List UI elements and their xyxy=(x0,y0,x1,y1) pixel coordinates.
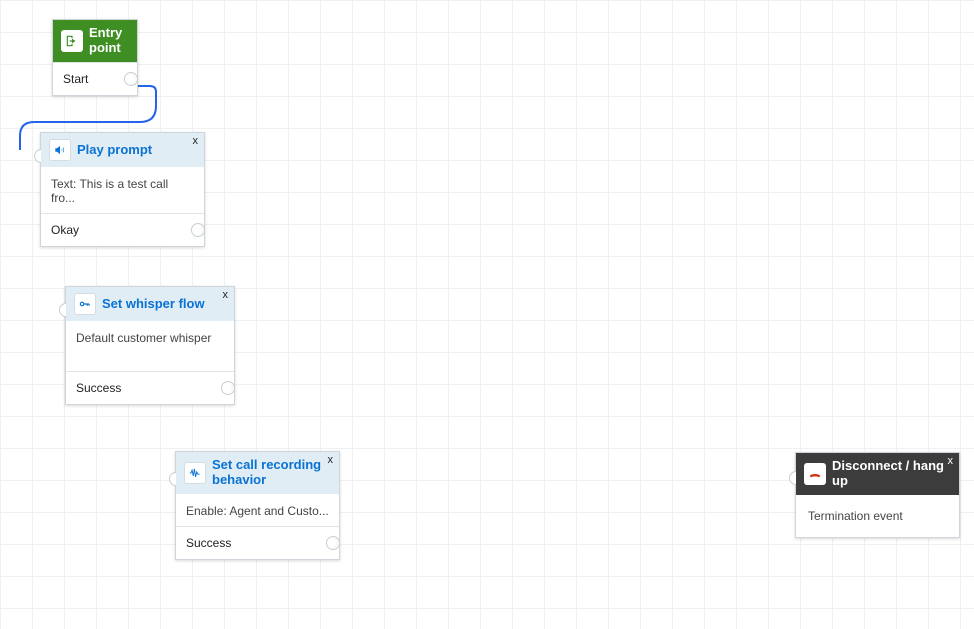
outlet-label: Success xyxy=(76,381,121,395)
node-play-prompt[interactable]: Play prompt x Text: This is a test call … xyxy=(40,132,205,247)
node-title: Set call recording behavior xyxy=(212,458,331,488)
hangup-icon xyxy=(804,463,826,485)
node-title: Disconnect / hang up xyxy=(832,459,951,489)
node-title: Play prompt xyxy=(77,143,196,158)
node-set-whisper-flow[interactable]: Set whisper flow x Default customer whis… xyxy=(65,286,235,405)
node-disconnect[interactable]: Disconnect / hang up x Termination event xyxy=(795,452,960,538)
close-icon[interactable]: x xyxy=(223,289,229,302)
node-set-call-recording[interactable]: Set call recording behavior x Enable: Ag… xyxy=(175,451,340,560)
node-body: Enable: Agent and Custo... xyxy=(176,494,339,526)
key-share-icon xyxy=(74,293,96,315)
outlet-label: Okay xyxy=(51,223,79,237)
speaker-icon xyxy=(49,139,71,161)
close-icon[interactable]: x xyxy=(193,135,199,148)
outlet-label: Success xyxy=(186,536,231,550)
outlet-label: Start xyxy=(63,72,88,86)
close-icon[interactable]: x xyxy=(948,455,954,468)
node-entry-point[interactable]: Entry point Start xyxy=(52,19,138,96)
outlet-port[interactable] xyxy=(191,223,205,237)
outlet-port[interactable] xyxy=(221,381,235,395)
node-title: Entry point xyxy=(89,26,129,56)
outlet-success[interactable]: Success xyxy=(66,371,234,404)
waveform-icon xyxy=(184,462,206,484)
node-body: Termination event xyxy=(796,495,959,537)
arrow-enter-icon xyxy=(61,30,83,52)
outlet-success[interactable]: Success xyxy=(176,526,339,559)
node-body: Default customer whisper xyxy=(66,321,234,371)
outlet-port[interactable] xyxy=(326,536,340,550)
node-body: Text: This is a test call fro... xyxy=(41,167,204,213)
close-icon[interactable]: x xyxy=(328,454,334,467)
outlet-okay[interactable]: Okay xyxy=(41,213,204,246)
outlet-port[interactable] xyxy=(124,72,138,86)
node-title: Set whisper flow xyxy=(102,297,226,312)
outlet-start[interactable]: Start xyxy=(53,62,137,95)
